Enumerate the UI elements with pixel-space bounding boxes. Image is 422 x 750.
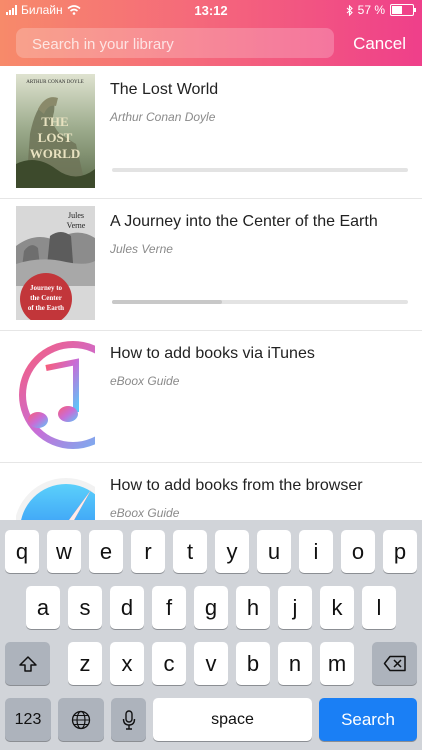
status-bar: Билайн 13:12 57 % bbox=[0, 0, 422, 22]
key-n[interactable]: n bbox=[278, 642, 312, 685]
book-title: The Lost World bbox=[110, 81, 219, 98]
cover-title-line3: of the Earth bbox=[28, 304, 64, 312]
backspace-icon bbox=[383, 655, 406, 672]
cancel-button[interactable]: Cancel bbox=[353, 34, 406, 54]
list-item-book[interactable]: ARTHUR CONAN DOYLE THE LOST WORLD The Lo… bbox=[0, 66, 422, 199]
key-k[interactable]: k bbox=[320, 586, 354, 629]
key-s[interactable]: s bbox=[68, 586, 102, 629]
key-e[interactable]: e bbox=[89, 530, 123, 573]
battery-percent: 57 % bbox=[357, 3, 385, 17]
space-key[interactable]: space bbox=[153, 698, 312, 741]
book-author: eBoox Guide bbox=[110, 374, 180, 388]
cover-title-line1: THE bbox=[41, 114, 68, 129]
key-g[interactable]: g bbox=[194, 586, 228, 629]
cover-author-text: ARTHUR CONAN DOYLE bbox=[26, 80, 83, 85]
bluetooth-icon bbox=[346, 4, 353, 16]
key-i[interactable]: i bbox=[299, 530, 333, 573]
key-q[interactable]: q bbox=[5, 530, 39, 573]
key-f[interactable]: f bbox=[152, 586, 186, 629]
safari-icon bbox=[16, 470, 95, 520]
dictation-key[interactable] bbox=[111, 698, 146, 741]
key-y[interactable]: y bbox=[215, 530, 249, 573]
key-m[interactable]: m bbox=[320, 642, 354, 685]
globe-key[interactable] bbox=[58, 698, 104, 741]
keyboard: q w e r t y u i o p a s d f g h j k l z … bbox=[0, 520, 422, 750]
library-list: ARTHUR CONAN DOYLE THE LOST WORLD The Lo… bbox=[0, 66, 422, 520]
cover-author-first: Jules bbox=[68, 211, 84, 220]
numbers-key[interactable]: 123 bbox=[5, 698, 51, 741]
search-input[interactable] bbox=[30, 28, 324, 60]
reading-progress-bar bbox=[112, 300, 408, 304]
microphone-icon bbox=[122, 709, 135, 730]
list-item-guide[interactable]: How to add books via iTunes eBoox Guide bbox=[0, 330, 422, 463]
itunes-icon bbox=[16, 338, 95, 452]
key-x[interactable]: x bbox=[110, 642, 144, 685]
search-field[interactable] bbox=[16, 28, 334, 60]
key-r[interactable]: r bbox=[131, 530, 165, 573]
globe-icon bbox=[71, 710, 91, 729]
cover-title-line3: WORLD bbox=[30, 146, 81, 161]
key-o[interactable]: o bbox=[341, 530, 375, 573]
key-c[interactable]: c bbox=[152, 642, 186, 685]
reading-progress-bar bbox=[112, 168, 408, 172]
key-l[interactable]: l bbox=[362, 586, 396, 629]
cover-title-line2: the Center bbox=[30, 294, 62, 302]
cover-title-line1: Journey to bbox=[30, 284, 63, 292]
book-author: Arthur Conan Doyle bbox=[110, 110, 216, 124]
key-d[interactable]: d bbox=[110, 586, 144, 629]
book-author: eBoox Guide bbox=[110, 506, 180, 520]
header: Билайн 13:12 57 % Cancel bbox=[0, 0, 422, 66]
key-w[interactable]: w bbox=[47, 530, 81, 573]
book-cover: Jules Verne Journey to the Center of the… bbox=[16, 206, 95, 320]
list-item-book[interactable]: Jules Verne Journey to the Center of the… bbox=[0, 198, 422, 331]
book-title: How to add books via iTunes bbox=[110, 345, 315, 362]
key-u[interactable]: u bbox=[257, 530, 291, 573]
book-title: A Journey into the Center of the Earth bbox=[110, 213, 378, 230]
book-author: Jules Verne bbox=[110, 242, 173, 256]
cover-author-last: Verne bbox=[67, 221, 86, 230]
book-title: How to add books from the browser bbox=[110, 477, 363, 494]
book-cover: ARTHUR CONAN DOYLE THE LOST WORLD bbox=[16, 74, 95, 188]
shift-icon bbox=[18, 655, 37, 672]
cover-title-line2: LOST bbox=[38, 130, 73, 145]
key-v[interactable]: v bbox=[194, 642, 228, 685]
battery-icon bbox=[390, 4, 416, 16]
key-z[interactable]: z bbox=[68, 642, 102, 685]
backspace-key[interactable] bbox=[372, 642, 417, 685]
key-b[interactable]: b bbox=[236, 642, 270, 685]
key-t[interactable]: t bbox=[173, 530, 207, 573]
shift-key[interactable] bbox=[5, 642, 50, 685]
list-item-guide[interactable]: How to add books from the browser eBoox … bbox=[0, 462, 422, 520]
key-p[interactable]: p bbox=[383, 530, 417, 573]
key-a[interactable]: a bbox=[26, 586, 60, 629]
key-j[interactable]: j bbox=[278, 586, 312, 629]
search-key[interactable]: Search bbox=[319, 698, 417, 741]
key-h[interactable]: h bbox=[236, 586, 270, 629]
